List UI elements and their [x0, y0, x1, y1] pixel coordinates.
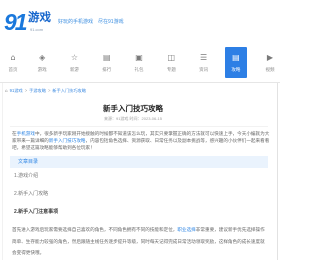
logo-subtext: 91.com	[30, 27, 44, 32]
nav-item-label: 排行	[102, 67, 112, 72]
article-meta: 来源：91游戏 时间：2023-06-15	[103, 116, 163, 121]
nav-item-label: 视频	[265, 67, 275, 72]
site-header: 91 游戏 91.com 好玩的手机游戏 尽在91游戏	[0, 0, 280, 44]
title-divider	[10, 126, 268, 127]
breadcrumb-separator: >	[47, 88, 51, 93]
nav-item-label: 游戏	[37, 67, 47, 72]
video-icon	[265, 53, 275, 62]
nav-item-label: 首页	[8, 67, 18, 72]
article-intro: 在手机游戏中，很多新手玩家刚开始接触的时候都不知道该怎么玩，其实只要掌握正确的方…	[12, 130, 270, 152]
nav-item-box: 游戏	[31, 47, 53, 78]
toc-item[interactable]: 2.新手入门攻略	[14, 191, 48, 198]
toc-title: 文章目录	[18, 159, 39, 165]
nav-item-label: 资讯	[199, 67, 209, 72]
nav-item-box: 礼包	[128, 47, 150, 78]
article-link[interactable]: 手机游戏	[17, 131, 35, 136]
nav-item-label: 攻略	[231, 67, 241, 72]
nav-item-gifts[interactable]: 礼包	[123, 46, 155, 80]
slogan-part: 好玩的手机游戏	[58, 19, 94, 25]
breadcrumb-current[interactable]: 新手入门技巧攻略	[52, 88, 86, 93]
toc-item[interactable]: 1.游戏介绍	[14, 173, 38, 180]
breadcrumb: 91游戏>手游攻略>新手入门技巧攻略	[5, 88, 86, 94]
nav-item-topics[interactable]: 专题	[155, 46, 187, 80]
nav-item-label: 礼包	[134, 67, 144, 72]
toc-header: 文章目录	[10, 156, 268, 168]
guide-icon	[231, 53, 241, 62]
gift-icon	[134, 53, 144, 62]
article-link[interactable]: 职业选择	[177, 227, 195, 232]
home-icon[interactable]	[5, 88, 8, 93]
article-link[interactable]: 新手入门技巧攻略	[49, 138, 86, 143]
nav-item-box: 专题	[160, 47, 182, 78]
nav-item-box: 资讯	[193, 47, 215, 78]
article-text: 首先进入游戏后玩家需要选择自己喜欢的角色，不同角色拥有不同的技能和定位，	[12, 227, 178, 232]
gamepad-icon	[37, 53, 47, 62]
breadcrumb-link[interactable]: 91游戏	[10, 88, 23, 93]
site-logo[interactable]: 91 游戏 91.com	[4, 9, 52, 37]
nav-item-videos[interactable]: 视频	[252, 46, 280, 80]
main-nav: 首页 游戏 新游 排行 礼包 专题 资讯	[0, 46, 280, 80]
nav-item-box: 排行	[96, 47, 118, 78]
nav-item-label: 专题	[166, 67, 176, 72]
nav-item-news[interactable]: 资讯	[187, 46, 219, 80]
nav-item-label: 新游	[69, 67, 79, 72]
nav-item-new-games[interactable]: 新游	[58, 46, 90, 80]
rank-icon	[102, 53, 112, 62]
logo-text: 游戏	[28, 12, 51, 24]
topic-icon	[166, 53, 176, 62]
breadcrumb-link[interactable]: 手游攻略	[29, 88, 46, 93]
site-slogan: 好玩的手机游戏 尽在91游戏	[58, 19, 124, 26]
article-body: 首先进入游戏后玩家需要选择自己喜欢的角色，不同角色拥有不同的技能和定位，职业选择…	[12, 224, 267, 258]
nav-item-guides[interactable]: 攻略	[220, 46, 252, 80]
star-icon	[69, 53, 79, 62]
home-icon	[8, 53, 18, 62]
nav-item-box: 首页	[2, 47, 24, 78]
section-heading: 2.新手入门注意事项	[14, 209, 59, 215]
nav-item-box: 攻略	[224, 47, 247, 78]
slogan-part: 尽在91游戏	[98, 19, 124, 25]
logo-number: 91	[4, 9, 28, 35]
news-icon	[199, 53, 209, 62]
nav-item-box: 视频	[260, 47, 280, 78]
nav-item-rank[interactable]: 排行	[91, 46, 123, 80]
breadcrumb-separator: >	[24, 88, 28, 93]
article-title: 新手入门技巧攻略	[103, 104, 163, 113]
nav-item-home[interactable]: 首页	[0, 46, 26, 80]
nav-item-box: 新游	[63, 47, 85, 78]
nav-item-games[interactable]: 游戏	[26, 46, 58, 80]
